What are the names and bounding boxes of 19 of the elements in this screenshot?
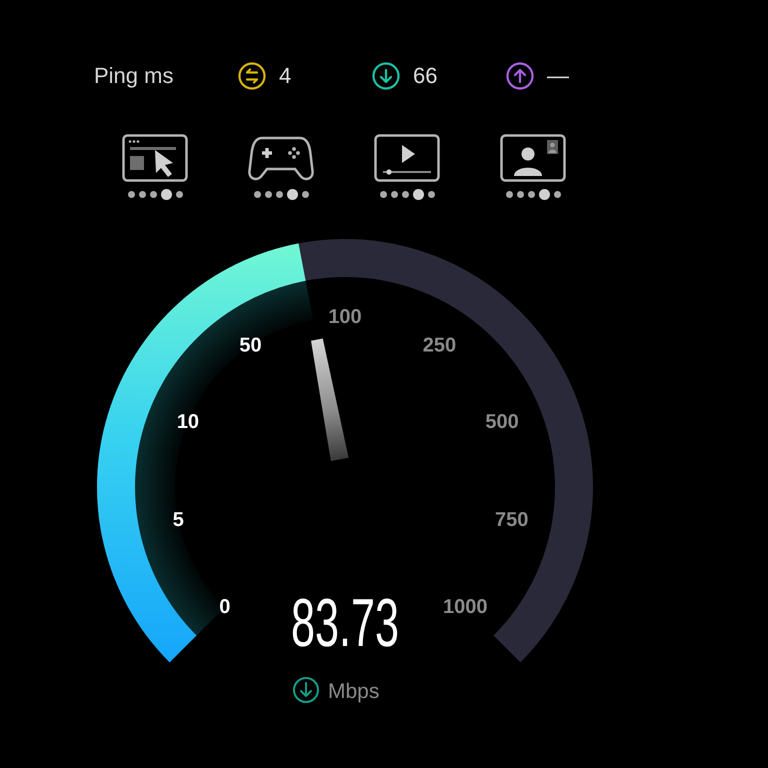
gauge-tick-label: 50 [239, 334, 262, 357]
arrow-down-circle-icon [293, 677, 319, 703]
gauge-tick-label: 100 [328, 306, 362, 328]
speed-unit: Mbps [328, 680, 380, 703]
gauge-tick-label: 0 [219, 596, 230, 618]
browser-cursor-icon [122, 134, 188, 182]
gauge-tick-label: 500 [485, 410, 519, 433]
ping-value: 66 [413, 63, 438, 89]
gauge-tick-label: 750 [495, 509, 528, 532]
gauge-tick-label: 5 [172, 509, 184, 532]
gamepad-icon [248, 134, 314, 182]
gauge-tick-label: 10 [176, 410, 200, 433]
ping-value: — [547, 63, 569, 89]
ping-label: Ping ms [94, 63, 174, 89]
video-player-icon [374, 134, 440, 182]
gauge-tick-label: 250 [422, 334, 456, 357]
video-call-icon [500, 134, 566, 182]
gauge-tick-label: 1000 [442, 596, 488, 618]
ping-value: 4 [279, 63, 292, 89]
